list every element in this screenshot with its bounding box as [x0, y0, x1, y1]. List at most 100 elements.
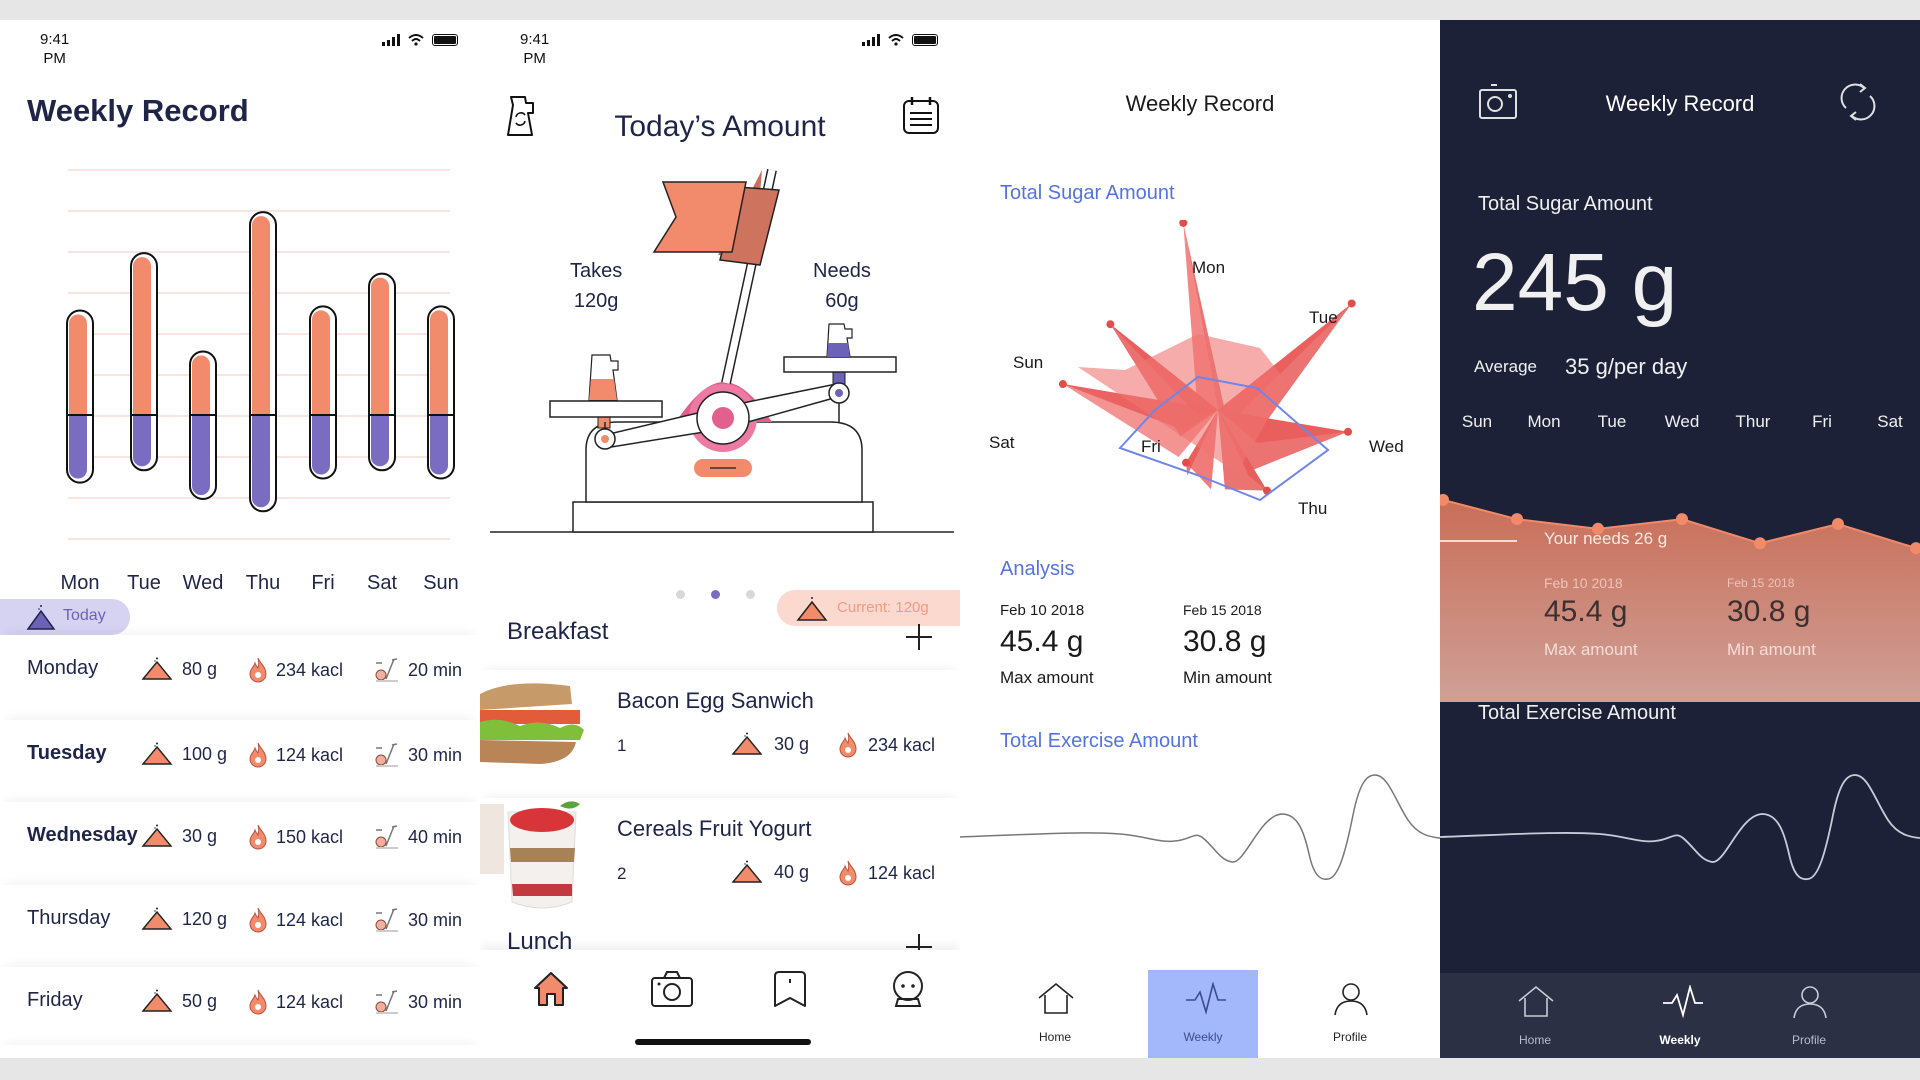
- x-tick-label: Wed: [1664, 412, 1700, 431]
- bar-wed[interactable]: [189, 350, 217, 500]
- home-icon: [1518, 985, 1554, 1017]
- day-name: Tuesday: [27, 742, 107, 764]
- day-row[interactable]: Tuesday 100 g 124 kacl 30 min: [0, 720, 480, 792]
- sugar-pile-icon: [26, 605, 56, 630]
- sugar-value: 50 g: [182, 990, 218, 1011]
- x-tick-label: Fri: [1812, 412, 1832, 431]
- exercise-bike-icon: [375, 908, 398, 932]
- sugar-value: 100 g: [182, 743, 228, 764]
- food-quantity: 1: [617, 736, 627, 755]
- calories-cell: 150 kacl: [248, 824, 343, 850]
- sugar-cell: 120 g: [140, 907, 227, 931]
- bar-upper: [312, 310, 330, 415]
- area-point-fri[interactable]: [1832, 517, 1844, 530]
- status-icons: [862, 34, 938, 46]
- needs-label: Needs 60g: [813, 260, 871, 312]
- day-row[interactable]: Wednesday 30 g 150 kacl 40 min: [0, 802, 480, 874]
- yogurt-parfait-photo: [480, 798, 590, 916]
- page-dot-active[interactable]: [711, 590, 720, 599]
- radar-point-sun[interactable]: [1106, 320, 1115, 329]
- radar-point-sat[interactable]: [1058, 380, 1067, 389]
- food-item[interactable]: Bacon Egg Sanwich 1 30 g 234 kacl: [480, 670, 960, 788]
- x-tick-label: Sat: [1877, 412, 1903, 431]
- food-item[interactable]: Cereals Fruit Yogurt 2 40 g 124 kacl: [480, 798, 960, 916]
- average-value: 35 g/per day: [1565, 354, 1688, 379]
- x-tick-label: Mon: [1527, 412, 1561, 431]
- section-breakfast: Breakfast: [507, 618, 609, 645]
- radar-point-wed[interactable]: [1343, 427, 1352, 436]
- bar-lower: [371, 415, 389, 467]
- food-name: Cereals Fruit Yogurt: [617, 816, 812, 841]
- area-point-mon[interactable]: [1511, 513, 1523, 526]
- radar-point-tue[interactable]: [1347, 299, 1356, 308]
- bar-lower: [252, 415, 270, 508]
- page-title: Today’s Amount: [614, 110, 826, 143]
- bar-upper: [430, 310, 448, 415]
- calories-value: 124 kacl: [868, 862, 936, 883]
- sugar-cell: 100 g: [140, 742, 227, 766]
- total-sugar-value: 245 g: [1472, 237, 1678, 328]
- bookmark-icon[interactable]: [772, 970, 808, 1008]
- day-row[interactable]: Friday 50 g 124 kacl 30 min: [0, 967, 480, 1039]
- camera-icon[interactable]: [650, 970, 694, 1008]
- x-tick-label: Wed: [182, 572, 224, 594]
- exercise-bike-icon: [375, 825, 398, 849]
- weekly-bar-chart: [66, 169, 455, 540]
- bar-thu[interactable]: [249, 211, 277, 513]
- refresh-icon[interactable]: [1840, 82, 1876, 122]
- calories-cell: 124 kacl: [248, 907, 343, 933]
- day-row[interactable]: Monday 80 g 234 kacl 20 min: [0, 635, 480, 707]
- bar-sat[interactable]: [368, 272, 396, 472]
- radar-point-fri[interactable]: [1182, 458, 1190, 467]
- calories-value: 150 kacl: [276, 826, 344, 847]
- radar-point-mon[interactable]: [1179, 220, 1188, 227]
- max-date: Feb 10 2018: [1544, 575, 1623, 591]
- today-label: Today: [63, 607, 106, 624]
- max-caption: Max amount: [1000, 668, 1094, 687]
- calendar-icon[interactable]: [902, 95, 940, 135]
- exercise-value: 30 min: [408, 744, 463, 765]
- tab-weekly[interactable]: Weekly: [1148, 970, 1258, 1058]
- x-tick-label: Sat: [366, 572, 398, 594]
- page-indicator[interactable]: [676, 590, 755, 599]
- bar-sun[interactable]: [427, 305, 455, 480]
- max-value: 45.4 g: [1000, 625, 1084, 658]
- flame-icon: [249, 907, 267, 933]
- max-date: Feb 10 2018: [1000, 602, 1085, 619]
- sugar-header: Total Sugar Amount: [1000, 182, 1175, 204]
- area-point-thur[interactable]: [1754, 537, 1766, 550]
- tab-profile[interactable]: Profile: [1754, 973, 1864, 1058]
- exercise-value: 30 min: [408, 991, 463, 1012]
- profile-face-icon[interactable]: [890, 970, 926, 1008]
- bar-tue[interactable]: [130, 252, 158, 472]
- bar-upper: [252, 216, 270, 415]
- page-dot[interactable]: [676, 590, 685, 599]
- max-caption: Max amount: [1544, 640, 1638, 659]
- home-indicator: [635, 1039, 811, 1045]
- page-dot[interactable]: [746, 590, 755, 599]
- calories-cell: 124 kacl: [248, 989, 343, 1015]
- bar-mon[interactable]: [66, 309, 94, 484]
- day-name: Monday: [27, 657, 99, 679]
- x-tick-label: Tue: [1597, 412, 1627, 431]
- exercise-cell: 40 min: [372, 824, 462, 850]
- bar-lower: [312, 415, 330, 475]
- exercise-value: 20 min: [408, 659, 463, 680]
- tab-bar: Home Weekly Profile: [960, 970, 1440, 1058]
- tab-home[interactable]: Home: [1480, 973, 1590, 1058]
- exercise-header: Total Exercise Amount: [1000, 730, 1198, 752]
- tab-home[interactable]: Home: [1000, 970, 1110, 1058]
- radar-axis-label: Fri: [1141, 437, 1161, 456]
- bar-fri[interactable]: [309, 305, 337, 480]
- weekly-record-dark-screen: Weekly Record Total Sugar Amount 245 g A…: [1440, 20, 1920, 1058]
- tab-profile[interactable]: Profile: [1295, 970, 1405, 1058]
- home-icon[interactable]: [531, 970, 571, 1008]
- battery-icon: [912, 34, 938, 46]
- tab-label: Weekly: [1183, 1030, 1223, 1044]
- area-point-wed[interactable]: [1676, 513, 1688, 526]
- sugar-pile-icon: [731, 732, 763, 755]
- add-breakfast-button[interactable]: [906, 624, 932, 650]
- today-badge[interactable]: Today: [0, 599, 130, 635]
- day-row[interactable]: Thursday 120 g 124 kacl 30 min: [0, 885, 480, 957]
- tab-weekly[interactable]: Weekly: [1625, 973, 1735, 1058]
